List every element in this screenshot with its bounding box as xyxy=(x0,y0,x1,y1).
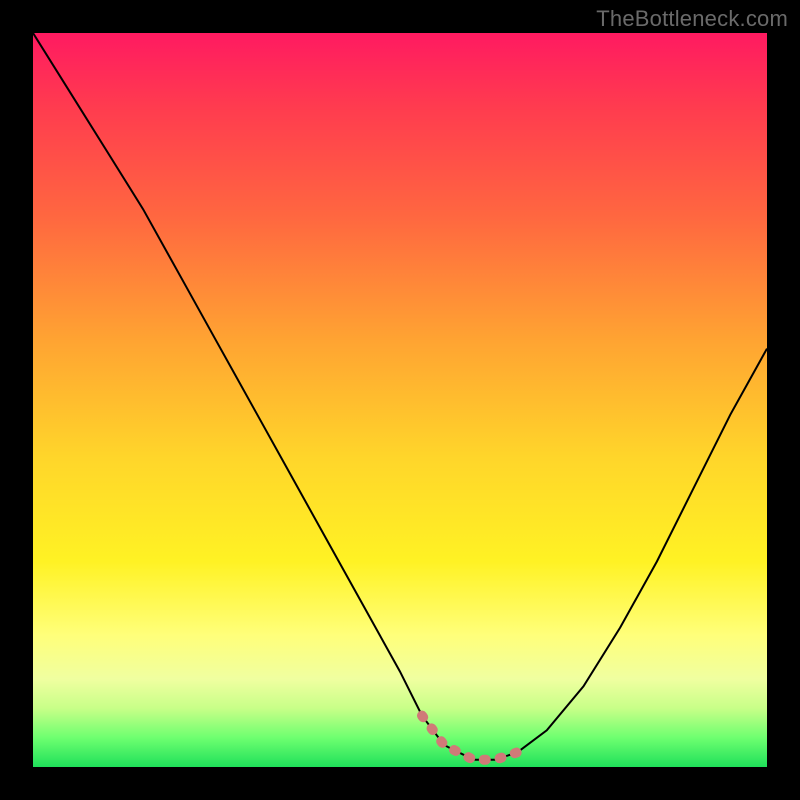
chart-frame: TheBottleneck.com xyxy=(0,0,800,800)
chart-plateau-highlight xyxy=(422,716,517,760)
watermark-text: TheBottleneck.com xyxy=(596,6,788,32)
chart-svg-layer xyxy=(33,33,767,767)
chart-curve xyxy=(33,33,767,760)
